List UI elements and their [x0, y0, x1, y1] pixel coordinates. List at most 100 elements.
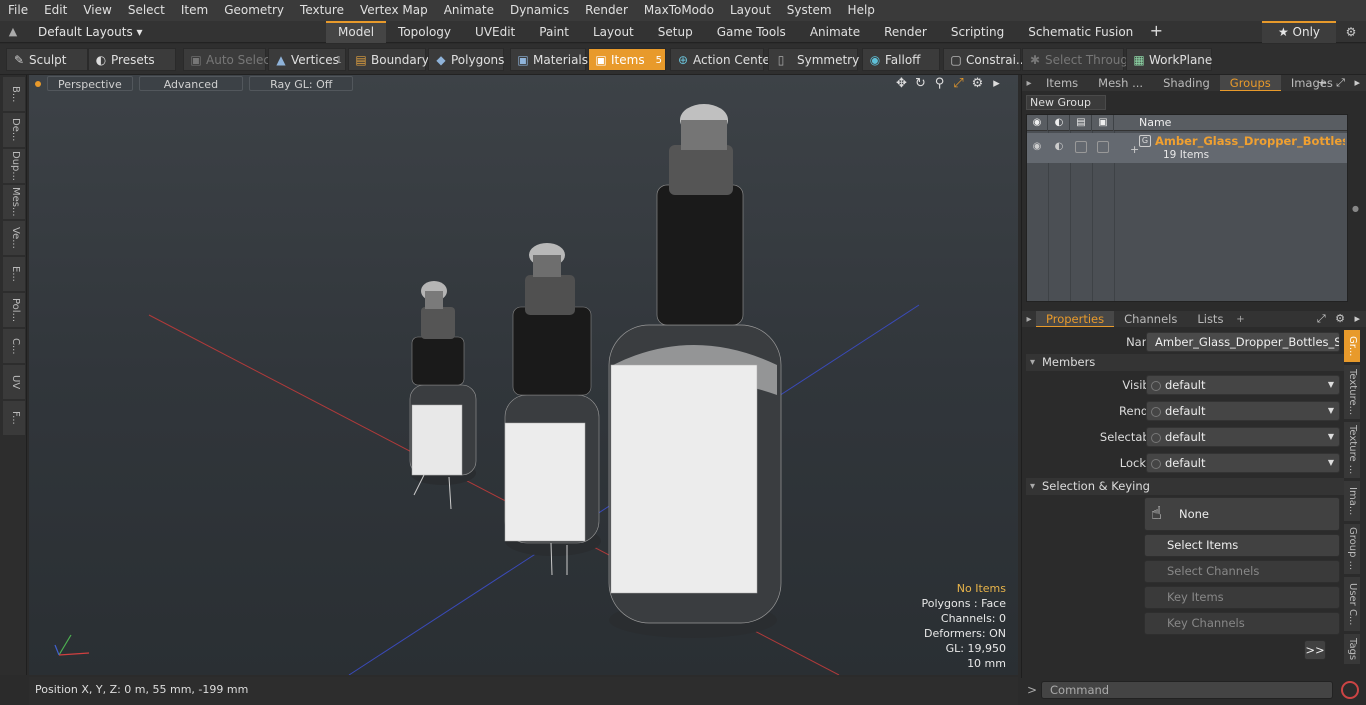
- select-items-button[interactable]: Select Items: [1144, 534, 1340, 557]
- right-tab-group-2[interactable]: Group ...: [1344, 524, 1360, 574]
- render-col-icon[interactable]: ◐: [1049, 115, 1070, 131]
- menu-render[interactable]: Render: [577, 0, 636, 21]
- layouts-dropdown[interactable]: Default Layouts ▾: [26, 25, 326, 39]
- small-bottle[interactable]: [409, 281, 477, 510]
- tab-render[interactable]: Render: [872, 21, 939, 43]
- left-tab-polygon[interactable]: Pol...: [3, 293, 25, 327]
- viewport-menu-icon[interactable]: ▸: [987, 76, 1006, 91]
- menu-geometry[interactable]: Geometry: [216, 0, 292, 21]
- tab-layout[interactable]: Layout: [581, 21, 646, 43]
- move-view-icon[interactable]: ✥: [892, 76, 911, 91]
- name-field[interactable]: Amber_Glass_Dropper_Bottles_Set (2: [1146, 332, 1340, 352]
- raygl-button[interactable]: Ray GL: Off: [249, 76, 354, 91]
- render-toggle-icon[interactable]: ◐: [1053, 141, 1065, 153]
- new-group-button[interactable]: New Group: [1026, 95, 1106, 110]
- add-tab-icon[interactable]: +: [1145, 21, 1167, 43]
- panel-menu-icon[interactable]: ▸: [1022, 78, 1036, 89]
- falloff-button[interactable]: ◉ Falloff: [862, 48, 940, 71]
- vertices-button[interactable]: ▲ Vertices 1: [268, 48, 346, 71]
- advanced-button[interactable]: Advanced: [138, 76, 244, 91]
- menu-view[interactable]: View: [75, 0, 119, 21]
- members-section[interactable]: Members: [1026, 354, 1344, 371]
- record-icon[interactable]: [1341, 681, 1359, 699]
- auto-select-button[interactable]: ▣ Auto Select: [183, 48, 275, 71]
- gear-icon[interactable]: ⚙: [1340, 21, 1362, 43]
- menu-system[interactable]: System: [779, 0, 840, 21]
- layout-arrow-icon[interactable]: ▲: [0, 25, 26, 38]
- left-tab-vertex[interactable]: Ve...: [3, 221, 25, 255]
- boundary-button[interactable]: ▤ Boundary: [348, 48, 429, 71]
- right-tab-user-channels[interactable]: User C...: [1344, 577, 1360, 631]
- tab-items[interactable]: Items: [1036, 75, 1088, 91]
- scene-render[interactable]: [29, 75, 1018, 675]
- right-tab-texture-1[interactable]: Texture...: [1344, 365, 1360, 419]
- menu-animate[interactable]: Animate: [436, 0, 502, 21]
- fit-view-icon[interactable]: ⤢: [949, 76, 968, 91]
- menu-dynamics[interactable]: Dynamics: [502, 0, 577, 21]
- large-bottle[interactable]: [608, 104, 782, 638]
- more-button[interactable]: >>: [1304, 640, 1326, 660]
- menu-file[interactable]: File: [0, 0, 36, 21]
- menu-select[interactable]: Select: [120, 0, 173, 21]
- tab-topology[interactable]: Topology: [386, 21, 463, 43]
- selection-keying-section[interactable]: Selection & Keying: [1026, 478, 1344, 495]
- render-select[interactable]: default ▼: [1146, 401, 1340, 421]
- symmetry-button[interactable]: ▯ Symmetry: [768, 48, 859, 71]
- right-tab-texture-2[interactable]: Texture ...: [1344, 422, 1360, 478]
- tab-paint[interactable]: Paint: [527, 21, 581, 43]
- tab-mesh[interactable]: Mesh ...: [1088, 75, 1153, 91]
- zoom-view-icon[interactable]: ⚲: [930, 76, 949, 91]
- group-name[interactable]: Amber_Glass_Dropper_Bottles_...: [1155, 134, 1345, 148]
- left-tab-basic[interactable]: B...: [3, 77, 25, 111]
- only-toggle[interactable]: ★ Only: [1262, 21, 1336, 43]
- select-channels-button[interactable]: Select Channels: [1144, 560, 1340, 583]
- group-list-scrollbar[interactable]: ●: [1350, 114, 1360, 302]
- left-tab-duplicate[interactable]: Dup...: [3, 149, 25, 183]
- menu-maxtomodo[interactable]: MaxToModo: [636, 0, 722, 21]
- panel-tail-icons[interactable]: + ⤢ ▸: [1317, 76, 1363, 90]
- name-column-header[interactable]: Name: [1139, 115, 1171, 131]
- tab-schematic-fusion[interactable]: Schematic Fusion: [1016, 21, 1145, 43]
- tab-setup[interactable]: Setup: [646, 21, 705, 43]
- tab-uvedit[interactable]: UVEdit: [463, 21, 527, 43]
- key-items-button[interactable]: Key Items: [1144, 586, 1340, 609]
- select-through-button[interactable]: ✱ Select Through: [1022, 48, 1136, 71]
- menu-layout[interactable]: Layout: [722, 0, 779, 21]
- command-input[interactable]: Command: [1041, 681, 1333, 699]
- right-tab-tags[interactable]: Tags: [1344, 634, 1360, 664]
- tab-scripting[interactable]: Scripting: [939, 21, 1016, 43]
- key-channels-button[interactable]: Key Channels: [1144, 612, 1340, 635]
- select-checkbox[interactable]: [1097, 141, 1109, 153]
- tab-animate[interactable]: Animate: [798, 21, 872, 43]
- left-tab-uv[interactable]: UV: [3, 365, 25, 399]
- tab-groups[interactable]: Groups: [1219, 75, 1281, 91]
- select-col-icon[interactable]: ▣: [1093, 115, 1114, 131]
- menu-help[interactable]: Help: [840, 0, 883, 21]
- left-tab-curve[interactable]: C...: [3, 329, 25, 363]
- viewport-settings-icon[interactable]: ⚙: [968, 76, 987, 91]
- menu-texture[interactable]: Texture: [292, 0, 352, 21]
- polygons-button[interactable]: ◆ Polygons: [428, 48, 504, 71]
- visible-select[interactable]: default ▼: [1146, 375, 1340, 395]
- expand-icon[interactable]: +: [1130, 143, 1139, 156]
- left-tab-fusion[interactable]: F...: [3, 401, 25, 435]
- sculpt-button[interactable]: ✎ Sculpt: [6, 48, 88, 71]
- medium-bottle[interactable]: [504, 243, 601, 576]
- locked-select[interactable]: default ▼: [1146, 453, 1340, 473]
- items-button[interactable]: ▣ Items 5: [588, 48, 666, 71]
- tab-shading[interactable]: Shading: [1153, 75, 1220, 91]
- lock-col-icon[interactable]: ▤: [1071, 115, 1092, 131]
- scroll-handle-icon[interactable]: ●: [1352, 204, 1359, 213]
- menu-edit[interactable]: Edit: [36, 0, 75, 21]
- none-button[interactable]: ☝ None: [1144, 497, 1340, 531]
- left-tab-mesh[interactable]: Mes...: [3, 185, 25, 219]
- menu-item[interactable]: Item: [173, 0, 216, 21]
- action-center-button[interactable]: ⊕ Action Center: [670, 48, 775, 71]
- eye-icon[interactable]: ◉: [1031, 141, 1043, 153]
- left-tab-edge[interactable]: E...: [3, 257, 25, 291]
- workplane-button[interactable]: ▦ WorkPlane: [1126, 48, 1212, 71]
- selectable-select[interactable]: default ▼: [1146, 427, 1340, 447]
- materials-button[interactable]: ▣ Materials: [510, 48, 588, 71]
- constraints-button[interactable]: ▢ Constrai...: [943, 48, 1027, 71]
- right-tab-group[interactable]: Gr...: [1344, 330, 1360, 362]
